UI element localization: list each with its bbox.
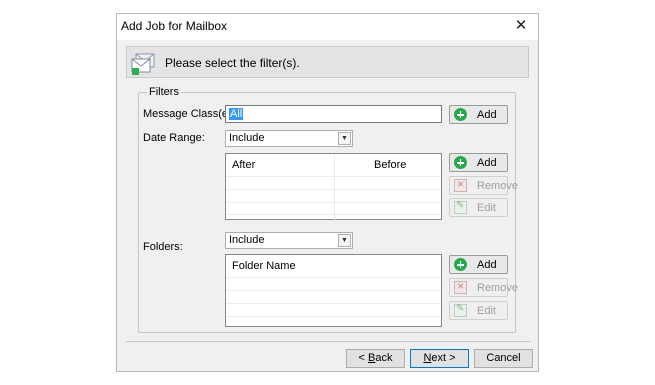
footer-separator	[126, 341, 531, 342]
mailbox-filter-icon	[131, 53, 155, 75]
remove-icon	[454, 177, 467, 192]
folders-edit-label: Edit	[477, 305, 496, 317]
folders-select[interactable]: Include ▼	[225, 232, 353, 249]
date-range-edit-label: Edit	[477, 202, 496, 214]
folders-selected: Include	[229, 234, 265, 246]
date-range-select[interactable]: Include ▼	[225, 130, 353, 147]
list-row-line	[226, 316, 441, 317]
edit-icon	[454, 303, 467, 317]
cancel-button[interactable]: Cancel	[474, 349, 533, 368]
cancel-label: Cancel	[486, 352, 521, 364]
folders-label: Folders:	[143, 241, 183, 253]
folders-edit-button[interactable]: Edit	[449, 301, 508, 320]
back-button[interactable]: < Back	[346, 349, 405, 368]
edit-icon	[454, 200, 467, 214]
back-prefix: <	[358, 352, 368, 364]
list-row-line	[226, 202, 441, 203]
next-button[interactable]: Next >	[410, 349, 469, 368]
list-row-line	[226, 176, 441, 177]
date-range-list[interactable]: After Before	[225, 153, 442, 221]
filters-groupbox: Filters Message Class(es): All Add Date …	[138, 86, 518, 333]
dialog-window: Add Job for Mailbox ✕ Please select the …	[116, 13, 539, 372]
date-range-edit-button[interactable]: Edit	[449, 198, 508, 217]
window-title: Add Job for Mailbox	[121, 19, 228, 33]
chevron-down-icon[interactable]: ▼	[338, 132, 351, 145]
date-range-remove-label: Remove	[477, 180, 518, 192]
folders-remove-label: Remove	[477, 282, 518, 294]
column-folder-name[interactable]: Folder Name	[232, 260, 296, 272]
date-range-add-button[interactable]: Add	[449, 153, 508, 172]
filters-legend: Filters	[147, 86, 181, 98]
date-range-remove-button[interactable]: Remove	[449, 176, 518, 195]
folders-list-header: Folder Name	[226, 255, 441, 277]
header-text: Please select the filter(s).	[165, 56, 300, 70]
title-bar: Add Job for Mailbox ✕	[117, 14, 538, 40]
folders-list[interactable]: Folder Name	[225, 254, 442, 327]
header-panel: Please select the filter(s).	[126, 46, 529, 78]
folders-add-button[interactable]: Add	[449, 255, 508, 274]
list-row-line	[226, 214, 441, 215]
remove-icon	[454, 279, 467, 294]
list-row-line	[226, 189, 441, 190]
folders-add-label: Add	[477, 259, 497, 271]
back-rest: ack	[375, 352, 393, 364]
chevron-down-icon[interactable]: ▼	[338, 234, 351, 247]
message-class-add-label: Add	[477, 109, 497, 121]
date-range-add-label: Add	[477, 157, 497, 169]
list-row-line	[226, 303, 441, 304]
column-before[interactable]: Before	[374, 159, 406, 171]
column-after[interactable]: After	[232, 159, 255, 171]
add-icon	[454, 156, 467, 169]
message-class-value: All	[229, 108, 244, 120]
message-class-add-button[interactable]: Add	[449, 105, 508, 124]
list-row-line	[226, 290, 441, 291]
close-icon: ✕	[514, 17, 528, 34]
folders-remove-button[interactable]: Remove	[449, 278, 518, 297]
column-divider	[334, 154, 335, 221]
add-icon	[454, 108, 467, 121]
date-range-selected: Include	[229, 132, 265, 144]
next-rest: ext >	[431, 352, 456, 364]
list-row-line	[226, 277, 441, 278]
close-button[interactable]: ✕	[508, 15, 534, 37]
add-icon	[454, 258, 467, 271]
date-range-label: Date Range:	[143, 132, 205, 144]
message-class-input[interactable]: All	[225, 105, 442, 123]
